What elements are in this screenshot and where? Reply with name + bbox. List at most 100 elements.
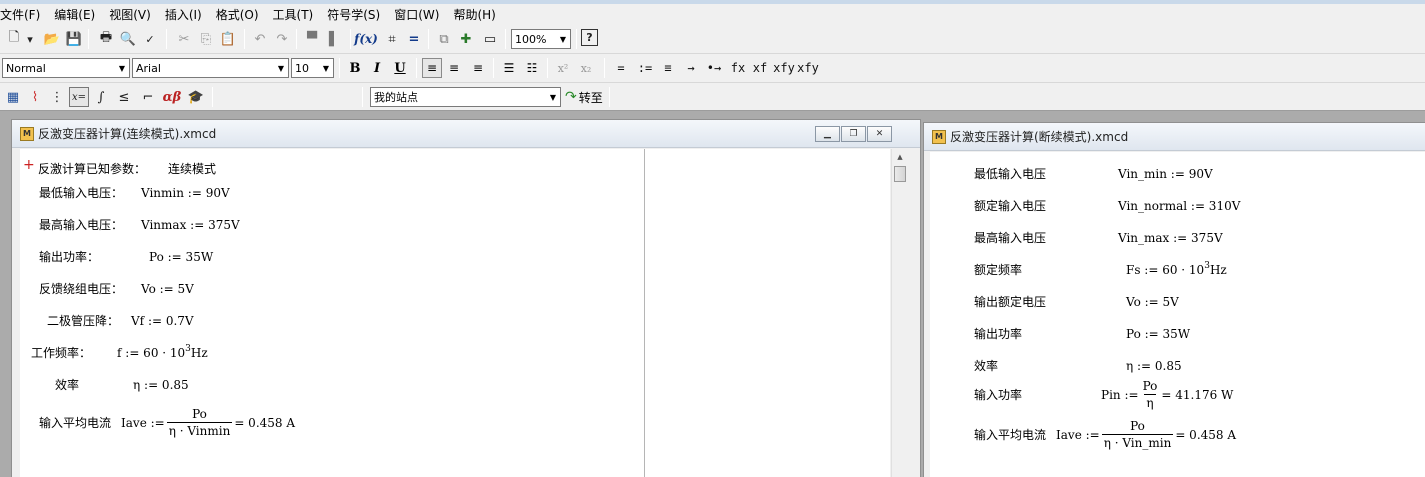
param-row[interactable]: 最低输入电压： Vinmin := 90V	[39, 184, 230, 201]
programming-icon[interactable]: ⌐	[138, 87, 158, 107]
param-expression[interactable]: Vf := 0.7V	[131, 314, 194, 328]
align-down-icon[interactable]: ▌	[324, 29, 344, 49]
new-document-icon[interactable]: 🗋	[4, 29, 24, 49]
superscript-button[interactable]: x²	[553, 58, 573, 78]
param-expression[interactable]: η := 0.85	[133, 378, 189, 392]
print-icon[interactable]: 🖶	[96, 29, 116, 49]
goto-button[interactable]: ↷ 转至	[565, 87, 603, 107]
param-expression[interactable]: Po := 35W	[1126, 327, 1190, 341]
param-row[interactable]: 额定频率 Fs := 60 · 103Hz	[974, 261, 1227, 278]
spell-check-icon[interactable]: ✓	[140, 29, 160, 49]
vertical-scrollbar[interactable]: ▲	[891, 149, 908, 477]
copy-icon[interactable]: ⎘	[196, 29, 216, 49]
help-icon[interactable]: ?	[581, 29, 598, 46]
window-title-bar[interactable]: M 反激变压器计算(断续模式).xmcd	[924, 123, 1425, 151]
pin-row[interactable]: 输入功率 Pin := Po η = 41.176 W	[974, 379, 1233, 410]
param-row[interactable]: 输出额定电压 Vo := 5V	[974, 293, 1179, 310]
menu-symbolics[interactable]: 符号学(S)	[327, 6, 386, 23]
worksheet[interactable]: 最低输入电压 Vin_min := 90V 额定输入电压 Vin_normal …	[930, 152, 1425, 477]
param-expression[interactable]: η := 0.85	[1126, 359, 1182, 373]
align-across-icon[interactable]: ▀	[302, 29, 322, 49]
underline-button[interactable]: U	[390, 58, 410, 78]
restore-icon[interactable]: ❐	[841, 126, 866, 142]
menu-help[interactable]: 帮助(H)	[453, 6, 501, 23]
insert-function-icon[interactable]: f(x)	[354, 29, 378, 49]
op-equals-button[interactable]: =	[612, 58, 630, 78]
bold-button[interactable]: B	[345, 58, 365, 78]
scroll-thumb[interactable]	[894, 166, 906, 182]
calculus-icon[interactable]: ∫	[91, 87, 111, 107]
op-global-define-button[interactable]: ≡	[658, 58, 678, 78]
scroll-up-arrow-icon[interactable]: ▲	[892, 149, 908, 164]
op-postfix-button[interactable]: xf	[750, 58, 770, 78]
param-row[interactable]: 额定输入电压 Vin_normal := 310V	[974, 197, 1240, 214]
fraction[interactable]: Po η	[1141, 379, 1160, 410]
style-select[interactable]: Normal ▼	[2, 58, 130, 78]
align-right-icon[interactable]: ≡	[468, 58, 488, 78]
op-prefix-button[interactable]: fx	[728, 58, 748, 78]
param-expression[interactable]: Vinmin := 90V	[141, 186, 230, 200]
param-row[interactable]: 反馈绕组电压： Vo := 5V	[39, 280, 194, 297]
region-collapse-icon[interactable]: +	[23, 157, 35, 173]
param-expression[interactable]: Vo := 5V	[1126, 295, 1179, 309]
iave-row[interactable]: 输入平均电流 Iave := Po η · Vin_min = 0.458 A	[974, 419, 1236, 450]
iave-row[interactable]: 输入平均电流 Iave := Po η · Vinmin = 0.458 A	[39, 407, 295, 438]
subscript-button[interactable]: x₂	[576, 58, 596, 78]
param-expression[interactable]: Vinmax := 375V	[141, 218, 240, 232]
zoom-select[interactable]: 100% ▼	[511, 29, 571, 49]
param-row[interactable]: 效率 η := 0.85	[55, 376, 189, 393]
param-expression[interactable]: Vin_min := 90V	[1118, 167, 1213, 181]
param-expression[interactable]: Fs := 60 · 103Hz	[1126, 261, 1227, 277]
paste-icon[interactable]: 📋	[218, 29, 238, 49]
calculator-icon[interactable]: ▦	[3, 87, 23, 107]
param-row[interactable]: 最高输入电压： Vinmax := 375V	[39, 216, 240, 233]
menu-file[interactable]: 文件(F)	[0, 6, 46, 23]
menu-view[interactable]: 视图(V)	[109, 6, 157, 23]
param-expression[interactable]: Vin_normal := 310V	[1118, 199, 1240, 213]
save-disk-icon[interactable]: 💾	[64, 29, 84, 49]
bullet-list-icon[interactable]: ☰	[499, 58, 519, 78]
menu-window[interactable]: 窗口(W)	[394, 6, 445, 23]
site-select[interactable]: 我的站点 ▼	[370, 87, 561, 107]
op-define-button[interactable]: :=	[634, 58, 656, 78]
new-dropdown-chevron-icon[interactable]: ▾	[24, 29, 36, 49]
param-expression[interactable]: Vo := 5V	[141, 282, 194, 296]
op-infix-button[interactable]: xfy	[772, 58, 796, 78]
undo-icon[interactable]: ↶	[250, 29, 270, 49]
close-icon[interactable]: ✕	[867, 126, 892, 142]
param-row[interactable]: 二极管压降： Vf := 0.7V	[47, 312, 194, 329]
insert-component-icon[interactable]: ⧉	[434, 29, 454, 49]
align-left-icon[interactable]: ≡	[422, 58, 442, 78]
param-row[interactable]: 效率 η := 0.85	[974, 357, 1182, 374]
print-preview-icon[interactable]: 🔍	[118, 29, 138, 49]
worksheet[interactable]: + 反激计算已知参数： 连续模式 最低输入电压： Vinmin := 90V 最…	[20, 149, 890, 477]
menu-format[interactable]: 格式(O)	[216, 6, 265, 23]
redo-icon[interactable]: ↷	[272, 29, 292, 49]
minimize-icon[interactable]: ▁	[815, 126, 840, 142]
param-expression[interactable]: Po := 35W	[149, 250, 213, 264]
insert-unit-icon[interactable]: ⌗	[382, 29, 402, 49]
param-row[interactable]: 输出功率 Po := 35W	[974, 325, 1190, 342]
param-row[interactable]: 工作频率： f := 60 · 103Hz	[31, 344, 208, 361]
matrix-icon[interactable]: ⋮	[47, 87, 67, 107]
font-select[interactable]: Arial ▼	[132, 58, 289, 78]
symbolic-icon[interactable]: 🎓	[186, 87, 206, 107]
calculate-icon[interactable]: =	[404, 29, 424, 49]
boolean-icon[interactable]: ≤	[114, 87, 134, 107]
italic-button[interactable]: I	[367, 58, 387, 78]
menu-tools[interactable]: 工具(T)	[273, 6, 320, 23]
op-symbolic-eval-button[interactable]: →	[681, 58, 701, 78]
param-row[interactable]: 最低输入电压 Vin_min := 90V	[974, 165, 1213, 182]
resource-center-icon[interactable]: ✚	[456, 29, 476, 49]
graph-icon[interactable]: ⌇	[25, 87, 45, 107]
window-title-bar[interactable]: M 反激变压器计算(连续模式).xmcd	[12, 120, 920, 148]
evaluation-icon[interactable]: x=	[69, 87, 89, 107]
param-expression[interactable]: Vin_max := 375V	[1118, 231, 1223, 245]
window-icon[interactable]: ▭	[480, 29, 500, 49]
cut-icon[interactable]: ✂	[174, 29, 194, 49]
open-folder-icon[interactable]: 📂	[42, 29, 62, 49]
param-row[interactable]: 最高输入电压 Vin_max := 375V	[974, 229, 1223, 246]
menu-insert[interactable]: 插入(I)	[165, 6, 208, 23]
fraction[interactable]: Po η · Vinmin	[166, 407, 233, 438]
op-treefix-button[interactable]: xfy	[797, 58, 819, 78]
